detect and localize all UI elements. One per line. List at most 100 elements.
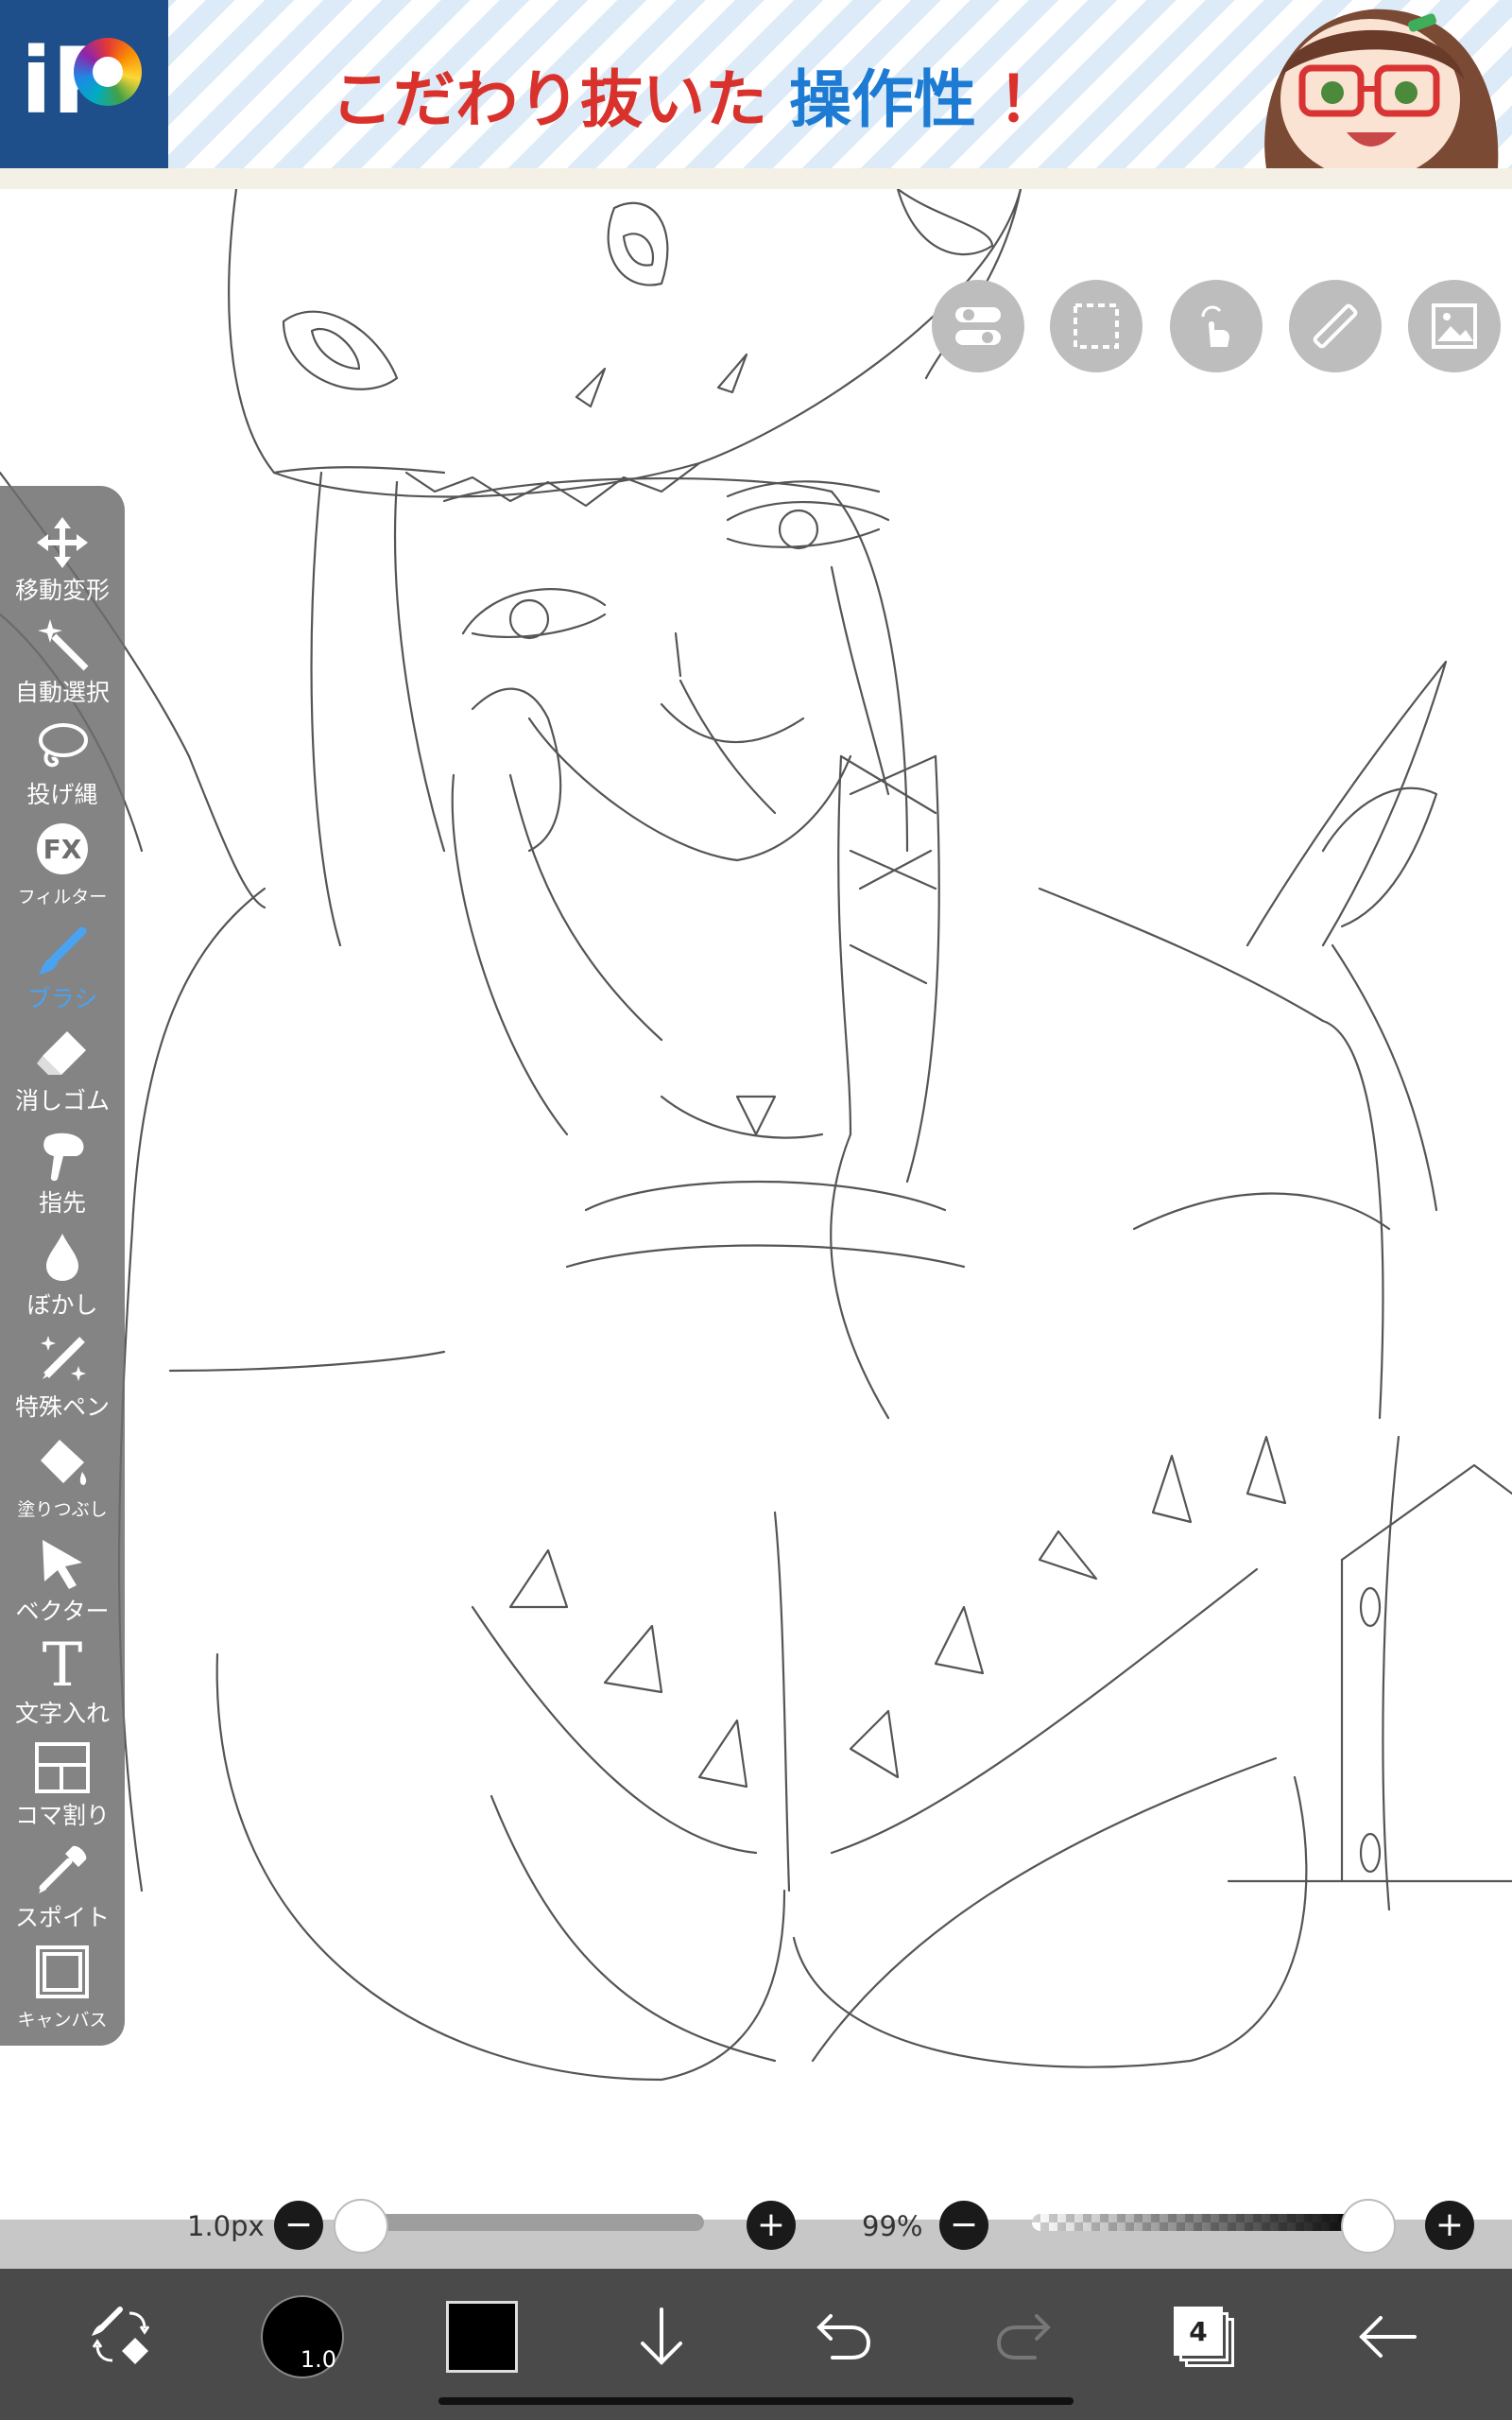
ad-banner[interactable]: iP こだわり抜いた 操作性 ！: [0, 0, 1512, 168]
brush-size-minus-button[interactable]: −: [274, 2201, 323, 2250]
tool-label: 消しゴム: [14, 1087, 110, 1115]
swap-brush-eraser-icon: [92, 2307, 150, 2364]
brush-icon: [32, 921, 93, 981]
layer-count: 4: [1174, 2307, 1223, 2356]
fx-icon: FX: [32, 819, 93, 879]
frame-divider-icon: [32, 1737, 93, 1798]
ruler-button[interactable]: [1289, 280, 1382, 372]
tool-palette: 移動変形 自動選択 投げ縄 FX フィルター ブラシ 消しゴム 指先 ぼかし 特…: [0, 486, 125, 2046]
tool-smudge[interactable]: 指先: [0, 1123, 125, 1225]
reference-image-button[interactable]: [1408, 280, 1501, 372]
opacity-minus-button[interactable]: −: [939, 2201, 988, 2250]
drawing-canvas[interactable]: [0, 189, 1512, 2220]
plus-icon: +: [756, 2205, 786, 2244]
tool-label: 自動選択: [14, 679, 110, 706]
touch-icon: [1201, 305, 1229, 347]
redo-icon: [996, 2314, 1051, 2360]
brush-size-indicator-button[interactable]: 1.0: [257, 2291, 348, 2382]
toggle-button[interactable]: [932, 280, 1024, 372]
tool-label: 文字入れ: [14, 1700, 110, 1727]
finger-icon: [32, 1125, 93, 1185]
magic-wand-icon: [32, 614, 93, 675]
tool-eraser[interactable]: 消しゴム: [0, 1021, 125, 1123]
tool-label: 指先: [38, 1189, 86, 1217]
tool-label: ブラシ: [26, 985, 98, 1012]
tool-label: コマ割り: [14, 1802, 110, 1829]
tool-vector[interactable]: ベクター: [0, 1531, 125, 1634]
tool-label: 特殊ペン: [14, 1393, 110, 1421]
tool-canvas[interactable]: キャンバス: [0, 1940, 125, 2042]
opacity-slider-thumb[interactable]: [1341, 2199, 1397, 2254]
toggle-icon: [955, 307, 1001, 345]
arrow-down-icon: [641, 2308, 682, 2365]
move-icon: [32, 512, 93, 573]
brush-size-indicator-text: 1.0: [300, 2346, 336, 2373]
tool-magic-wand[interactable]: 自動選択: [0, 613, 125, 715]
ibispaint-logo: iP: [0, 0, 168, 168]
opacity-slider[interactable]: [1032, 2214, 1370, 2231]
canvas-icon: [32, 1942, 93, 2002]
tool-label: 塗りつぶし: [17, 1499, 108, 1520]
tool-label: 移動変形: [14, 577, 110, 604]
download-button[interactable]: [616, 2291, 707, 2382]
back-button[interactable]: [1342, 2291, 1433, 2382]
tool-brush[interactable]: ブラシ: [0, 919, 125, 1021]
brush-size-label: 1.0px: [187, 2210, 265, 2242]
line-art-drawing: [0, 189, 1512, 2082]
tool-move[interactable]: 移動変形: [0, 510, 125, 613]
tool-label: ベクター: [15, 1598, 110, 1625]
banner-text-2: 操作性: [788, 63, 976, 136]
arrow-left-icon: [1359, 2316, 1417, 2358]
tool-frame-divider[interactable]: コマ割り: [0, 1736, 125, 1838]
tool-eyedropper[interactable]: スポイト: [0, 1838, 125, 1940]
tool-label: スポイト: [14, 1904, 110, 1931]
special-pen-icon: [32, 1329, 93, 1390]
touch-button[interactable]: [1170, 280, 1263, 372]
image-icon: [1432, 303, 1477, 349]
brush-size-circle: 1.0: [261, 2295, 344, 2378]
lasso-icon: [32, 717, 93, 777]
eraser-icon: [32, 1023, 93, 1083]
brush-eraser-swap-button[interactable]: [76, 2291, 166, 2382]
tool-filter[interactable]: FX フィルター: [0, 817, 125, 919]
ruler-icon: [1313, 303, 1358, 349]
opacity-plus-button[interactable]: +: [1425, 2201, 1474, 2250]
tool-lasso[interactable]: 投げ縄: [0, 715, 125, 817]
brush-size-slider-thumb[interactable]: [334, 2199, 388, 2254]
layers-icon: 4: [1174, 2307, 1234, 2367]
fx-icon-text: FX: [37, 823, 88, 874]
tool-fill[interactable]: 塗りつぶし: [0, 1429, 125, 1531]
text-icon: T: [32, 1635, 93, 1696]
home-indicator[interactable]: [438, 2397, 1074, 2405]
minus-icon: −: [949, 2205, 979, 2244]
tool-label: フィルター: [17, 887, 108, 908]
selection-icon: [1074, 303, 1119, 349]
banner-headline: こだわり抜いた 操作性 ！: [331, 49, 1060, 140]
color-wheel-icon: [74, 38, 142, 106]
bucket-icon: [32, 1431, 93, 1492]
tool-text[interactable]: T 文字入れ: [0, 1634, 125, 1736]
banner-character-illustration: [1264, 9, 1499, 168]
redo-button[interactable]: [979, 2291, 1070, 2382]
tool-label: ぼかし: [26, 1291, 98, 1319]
color-swatch-button[interactable]: [437, 2291, 527, 2382]
undo-button[interactable]: [798, 2291, 888, 2382]
tool-blur[interactable]: ぼかし: [0, 1225, 125, 1327]
banner-text-3: ！: [997, 63, 1060, 136]
layers-button[interactable]: 4: [1159, 2291, 1249, 2382]
banner-divider: [0, 168, 1512, 191]
selection-button[interactable]: [1050, 280, 1143, 372]
tool-special-pen[interactable]: 特殊ペン: [0, 1327, 125, 1429]
arrow-cursor-icon: [32, 1533, 93, 1594]
undo-icon: [816, 2314, 871, 2360]
tool-label: キャンバス: [17, 2010, 108, 2031]
tool-label: 投げ縄: [26, 781, 98, 808]
brush-size-plus-button[interactable]: +: [747, 2201, 796, 2250]
banner-text-1: こだわり抜いた: [331, 63, 767, 136]
text-icon-glyph: T: [42, 1631, 83, 1701]
opacity-label: 99%: [862, 2210, 923, 2242]
current-color-swatch: [446, 2301, 518, 2373]
plus-icon: +: [1435, 2205, 1465, 2244]
eyedropper-icon: [32, 1840, 93, 1900]
brush-size-slider[interactable]: [359, 2214, 704, 2231]
